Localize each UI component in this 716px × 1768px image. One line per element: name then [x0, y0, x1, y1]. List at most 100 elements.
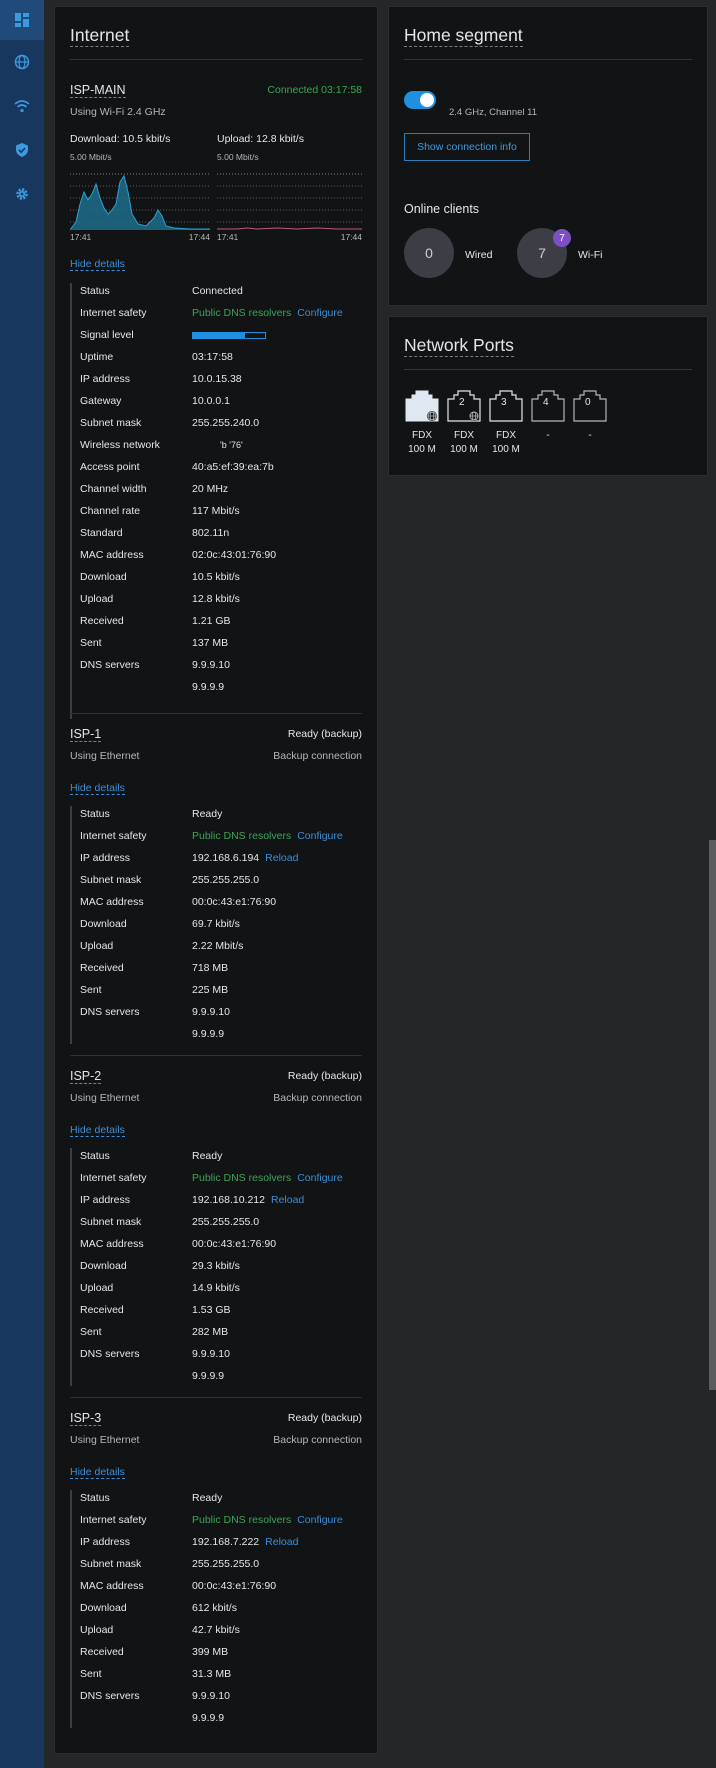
isp1-name[interactable]: ISP-1	[70, 727, 102, 742]
detail-value: 255.255.255.0	[192, 1558, 260, 1570]
port-0[interactable]: 0	[572, 389, 608, 423]
detail-label: Channel width	[80, 483, 147, 495]
isp2-hide-details[interactable]: Hide details	[70, 1124, 125, 1137]
wired-clients-count[interactable]: 0	[404, 228, 454, 278]
wifi-icon	[14, 100, 30, 113]
detail-value: Connected	[192, 285, 243, 297]
port-2-duplex: FDX	[454, 430, 474, 441]
detail-value: Ready	[192, 1492, 223, 1504]
detail-row-safety: Internet safety Public DNS resolvers Confi…	[70, 828, 362, 844]
detail-value: Ready	[192, 1150, 223, 1162]
detail-row-upload: Upload 42.7 kbit/s	[70, 1622, 362, 1638]
detail-label: Access point	[80, 461, 140, 473]
isp3-role: Backup connection	[273, 1434, 362, 1446]
detail-value: Public DNS resolvers	[192, 830, 292, 842]
isp1-hide-details[interactable]: Hide details	[70, 782, 125, 795]
detail-value: 10.0.15.38	[192, 373, 242, 385]
detail-row-status: Status Ready	[70, 1490, 362, 1506]
isp3-hide-details[interactable]: Hide details	[70, 1466, 125, 1479]
reload-link[interactable]: Reload	[265, 852, 298, 864]
detail-row-status: Status Connected	[70, 283, 362, 299]
port-2[interactable]: 2	[446, 389, 482, 423]
page-scrollbar[interactable]	[709, 840, 716, 1390]
detail-row-uptime: Uptime 03:17:58	[70, 349, 362, 365]
isp1-status-header: Ready (backup)	[287, 728, 362, 740]
detail-row-received: Received 1.21 GB	[70, 613, 362, 629]
port-1[interactable]	[404, 389, 440, 423]
port-1-duplex: FDX	[412, 430, 432, 441]
isp-main-subtitle: Using Wi-Fi 2.4 GHz	[70, 106, 166, 118]
dns-servers-link[interactable]: DNS servers	[80, 657, 140, 673]
detail-value: 255.255.240.0	[192, 417, 260, 429]
detail-value: Public DNS resolvers	[192, 1172, 292, 1184]
detail-label: Status	[80, 285, 110, 297]
wifi-toggle[interactable]	[404, 91, 436, 109]
detail-row-ip: IP address 10.0.15.38	[70, 371, 362, 387]
isp-main-status-header: Connected 03:17:58	[267, 84, 362, 96]
detail-value: Public DNS resolvers	[192, 1514, 292, 1526]
detail-row-signal: Signal level	[70, 327, 362, 343]
detail-value: 14.9 kbit/s	[192, 1282, 240, 1294]
configure-link[interactable]: Configure	[297, 1172, 343, 1184]
detail-row-width: Channel width 20 MHz	[70, 481, 362, 497]
isp-main-hide-details[interactable]: Hide details	[70, 258, 125, 271]
port-4[interactable]: 4	[530, 389, 566, 423]
detail-row-sent: Sent 137 MB	[70, 635, 362, 651]
detail-value: 9.9.9.10	[192, 1690, 230, 1702]
download-chart: 5.00 Mbit/s 17:41 17:44	[70, 152, 210, 242]
configure-link[interactable]: Configure	[297, 1514, 343, 1526]
nav-internet[interactable]	[0, 42, 44, 82]
configure-link[interactable]: Configure	[297, 830, 343, 842]
detail-label: Sent	[80, 1668, 102, 1680]
detail-label: Internet safety	[80, 830, 147, 842]
nav-dashboard[interactable]	[0, 0, 44, 40]
isp2-status-header: Ready (backup)	[287, 1070, 362, 1082]
title-rule	[70, 59, 362, 60]
detail-label: Standard	[80, 527, 123, 539]
detail-label: Subnet mask	[80, 1216, 142, 1228]
port-4-status: -	[546, 430, 550, 441]
detail-row-dns2: 9.9.9.9	[70, 1368, 362, 1384]
network-ports-title[interactable]: Network Ports	[404, 335, 514, 357]
detail-label: MAC address	[80, 1580, 144, 1592]
internet-title[interactable]: Internet	[70, 25, 130, 47]
detail-value: 00:0c:43:e1:76:90	[192, 1238, 277, 1250]
detail-value: 40:a5:ef:39:ea:7b	[192, 461, 274, 473]
dns-servers-link[interactable]: DNS servers	[80, 1004, 140, 1020]
isp-main-name[interactable]: ISP-MAIN	[70, 83, 126, 98]
isp1-role: Backup connection	[273, 750, 362, 762]
configure-link[interactable]: Configure	[297, 307, 343, 319]
detail-row-subnet: Subnet mask 255.255.255.0	[70, 1556, 362, 1572]
isp1-subtitle: Using Ethernet	[70, 750, 140, 762]
reload-link[interactable]: Reload	[271, 1194, 304, 1206]
upload-chart-xstart: 17:41	[217, 232, 239, 242]
detail-row-dns: DNS servers 9.9.9.10	[70, 1004, 362, 1020]
detail-row-download: Download 69.7 kbit/s	[70, 916, 362, 932]
nav-wifi[interactable]	[0, 86, 44, 126]
detail-label: IP address	[80, 1536, 131, 1548]
upload-rate-label: Upload: 12.8 kbit/s	[217, 133, 304, 145]
detail-label: Internet safety	[80, 1514, 147, 1526]
dns-servers-link[interactable]: DNS servers	[80, 1688, 140, 1704]
upload-line	[217, 227, 362, 230]
home-segment-title[interactable]: Home segment	[404, 25, 523, 47]
dns-servers-link[interactable]: DNS servers	[80, 1346, 140, 1362]
show-connection-info-button[interactable]: Show connection info	[404, 133, 530, 161]
online-clients-title: Online clients	[404, 202, 480, 216]
isp-main-details: Status Connected Internet safety Public DN…	[70, 283, 362, 719]
detail-row-dns: DNS servers 9.9.9.10	[70, 1688, 362, 1704]
port-3-speed: 100 M	[492, 444, 520, 455]
detail-row-safety: Internet safety Public DNS resolvers Confi…	[70, 1512, 362, 1528]
detail-value: 42.7 kbit/s	[192, 1624, 240, 1636]
port-3-duplex: FDX	[496, 430, 516, 441]
detail-value: 192.168.7.222	[192, 1536, 260, 1548]
port-3[interactable]: 3	[488, 389, 524, 423]
reload-link[interactable]: Reload	[265, 1536, 298, 1548]
nav-settings[interactable]	[0, 174, 44, 214]
detail-row-sent: Sent 282 MB	[70, 1324, 362, 1340]
nav-security[interactable]	[0, 130, 44, 170]
isp3-name[interactable]: ISP-3	[70, 1411, 102, 1426]
detail-value: Public DNS resolvers	[192, 307, 292, 319]
detail-value: 718 MB	[192, 962, 229, 974]
isp2-name[interactable]: ISP-2	[70, 1069, 102, 1084]
